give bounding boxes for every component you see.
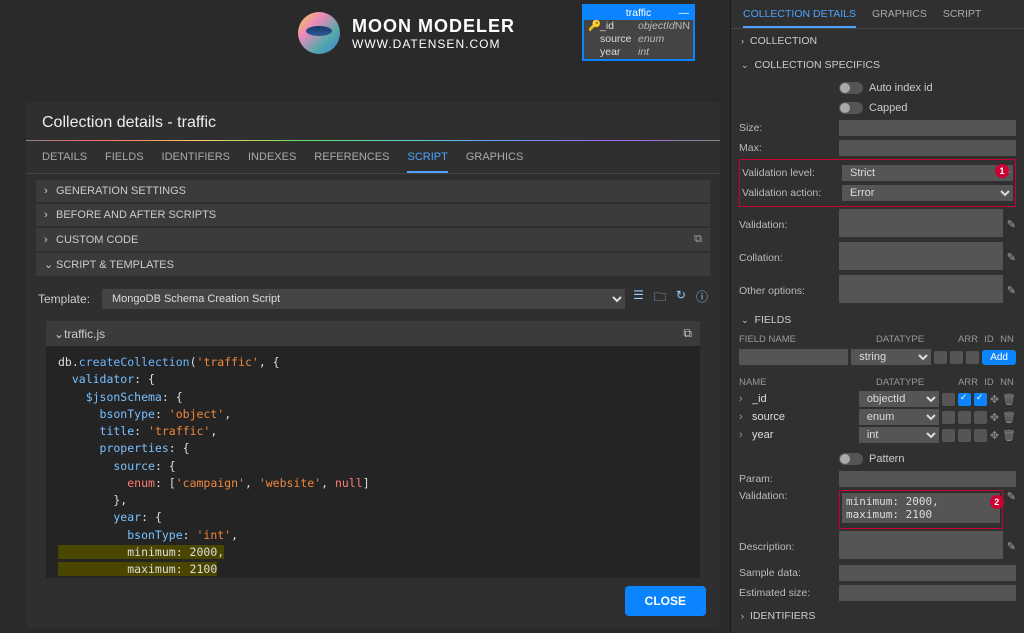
max-input[interactable] bbox=[839, 140, 1016, 156]
param-input[interactable] bbox=[839, 471, 1016, 487]
new-field-nn-checkbox[interactable] bbox=[966, 351, 979, 364]
collection-details-dialog: Collection details - traffic DETAILS FIEL… bbox=[26, 102, 720, 628]
panel-tab-collection-details[interactable]: COLLECTION DETAILS bbox=[743, 8, 856, 28]
panel-tab-graphics[interactable]: GRAPHICS bbox=[872, 8, 927, 28]
template-select[interactable]: MongoDB Schema Creation Script bbox=[102, 289, 625, 309]
brand-url: WWW.DATENSEN.COM bbox=[352, 37, 515, 51]
copy-icon[interactable]: ⧉ bbox=[683, 326, 692, 341]
validation-action-select[interactable]: Error bbox=[842, 185, 1013, 201]
tab-graphics[interactable]: GRAPHICS bbox=[466, 151, 523, 173]
section-fields[interactable]: ⌄FIELDS bbox=[731, 308, 1024, 332]
tab-details[interactable]: DETAILS bbox=[42, 151, 87, 173]
validation-level-select[interactable]: Strict bbox=[842, 165, 1013, 181]
new-field-id-checkbox[interactable] bbox=[950, 351, 963, 364]
id-checkbox[interactable] bbox=[958, 411, 971, 424]
logo-icon bbox=[298, 12, 340, 54]
auto-index-toggle[interactable] bbox=[839, 82, 863, 94]
annotation-badge-1: 1 bbox=[995, 164, 1009, 178]
folder-icon[interactable]: 🗀 bbox=[654, 288, 666, 309]
accordion-generation-settings[interactable]: ›GENERATION SETTINGS bbox=[36, 180, 710, 202]
auto-index-label: Auto index id bbox=[869, 82, 933, 94]
edit-icon[interactable]: ✎ bbox=[1007, 284, 1016, 297]
brand-title: MOON MODELER bbox=[352, 16, 515, 37]
edit-icon[interactable]: ✎ bbox=[1007, 490, 1016, 503]
brand-block: MOON MODELER WWW.DATENSEN.COM bbox=[352, 16, 515, 51]
edit-icon[interactable]: ✎ bbox=[1007, 251, 1016, 264]
id-checkbox[interactable] bbox=[958, 429, 971, 442]
arr-checkbox[interactable] bbox=[942, 393, 955, 406]
entity-card-traffic[interactable]: traffic — 🔑_idobjectIdNNsourceenumyearin… bbox=[582, 4, 695, 61]
field-row[interactable]: ›sourceenum✥🗑 bbox=[731, 408, 1024, 426]
validation-input[interactable] bbox=[839, 209, 1003, 237]
dialog-title: Collection details - traffic bbox=[26, 102, 720, 140]
panel-tab-script[interactable]: SCRIPT bbox=[943, 8, 982, 28]
estimated-size-input[interactable] bbox=[839, 585, 1016, 601]
field-type-select[interactable]: int bbox=[859, 427, 939, 443]
sample-data-input[interactable] bbox=[839, 565, 1016, 581]
chevron-down-icon[interactable]: ⌄ bbox=[54, 327, 64, 341]
right-panel: COLLECTION DETAILS GRAPHICS SCRIPT ›COLLEC… bbox=[730, 0, 1024, 633]
section-indexes[interactable]: ›INDEXES bbox=[731, 628, 1024, 633]
other-options-input[interactable] bbox=[839, 275, 1003, 303]
nn-checkbox[interactable] bbox=[974, 411, 987, 424]
tab-identifiers[interactable]: IDENTIFIERS bbox=[162, 151, 230, 173]
panel-tabs: COLLECTION DETAILS GRAPHICS SCRIPT bbox=[731, 0, 1024, 29]
pattern-toggle[interactable] bbox=[839, 453, 863, 465]
copy-icon[interactable]: ⧉ bbox=[694, 233, 702, 246]
accordion-custom-code[interactable]: ›CUSTOM CODE⧉ bbox=[36, 228, 710, 251]
field-row[interactable]: ›yearint✥🗑 bbox=[731, 426, 1024, 444]
delete-icon[interactable]: 🗑 bbox=[1002, 411, 1016, 424]
template-label: Template: bbox=[38, 292, 94, 306]
new-field-name-input[interactable] bbox=[739, 349, 848, 365]
collapse-icon[interactable]: — bbox=[679, 7, 690, 19]
edit-icon[interactable]: ✎ bbox=[1007, 540, 1016, 553]
dialog-tabs: DETAILS FIELDS IDENTIFIERS INDEXES REFERENCE… bbox=[26, 141, 720, 174]
new-field-arr-checkbox[interactable] bbox=[934, 351, 947, 364]
tab-fields[interactable]: FIELDS bbox=[105, 151, 144, 173]
tab-references[interactable]: REFERENCES bbox=[314, 151, 389, 173]
field-validation-input[interactable]: minimum: 2000, maximum: 2100 bbox=[842, 493, 1000, 523]
arr-checkbox[interactable] bbox=[942, 411, 955, 424]
code-block[interactable]: db.createCollection('traffic', { validat… bbox=[46, 346, 700, 578]
accordion-script-&-templates[interactable]: ⌄SCRIPT & TEMPLATES bbox=[36, 253, 710, 276]
nn-checkbox[interactable] bbox=[974, 429, 987, 442]
add-field-button[interactable]: Add bbox=[982, 350, 1016, 365]
section-identifiers[interactable]: ›IDENTIFIERS bbox=[731, 604, 1024, 628]
field-type-select[interactable]: objectId bbox=[859, 391, 939, 407]
info-icon[interactable]: ⓘ bbox=[696, 288, 708, 309]
field-row[interactable]: ›_idobjectId✥🗑 bbox=[731, 390, 1024, 408]
nn-checkbox[interactable] bbox=[974, 393, 987, 406]
refresh-icon[interactable]: ↻ bbox=[676, 288, 686, 309]
code-file-name: traffic.js bbox=[64, 327, 683, 341]
entity-field[interactable]: 🔑_idobjectIdNN bbox=[584, 20, 693, 33]
description-input[interactable] bbox=[839, 531, 1003, 559]
accordion-before-and-after-scripts[interactable]: ›BEFORE AND AFTER SCRIPTS bbox=[36, 204, 710, 226]
entity-header[interactable]: traffic — bbox=[584, 6, 693, 20]
entity-field[interactable]: yearint bbox=[584, 46, 693, 59]
tab-indexes[interactable]: INDEXES bbox=[248, 151, 296, 173]
new-field-type-select[interactable]: string bbox=[851, 349, 931, 365]
move-icon[interactable]: ✥ bbox=[990, 393, 999, 406]
delete-icon[interactable]: 🗑 bbox=[1002, 429, 1016, 442]
close-button[interactable]: CLOSE bbox=[625, 586, 706, 616]
entity-field[interactable]: sourceenum bbox=[584, 33, 693, 46]
id-checkbox[interactable] bbox=[958, 393, 971, 406]
collation-input[interactable] bbox=[839, 242, 1003, 270]
arr-checkbox[interactable] bbox=[942, 429, 955, 442]
edit-icon[interactable]: ✎ bbox=[1007, 218, 1016, 231]
delete-icon[interactable]: 🗑 bbox=[1002, 393, 1016, 406]
size-input[interactable] bbox=[839, 120, 1016, 136]
section-specifics[interactable]: ⌄COLLECTION SPECIFICS bbox=[731, 53, 1024, 77]
capped-label: Capped bbox=[869, 102, 908, 114]
tab-script[interactable]: SCRIPT bbox=[407, 151, 447, 173]
annotation-badge-2: 2 bbox=[990, 495, 1004, 509]
move-icon[interactable]: ✥ bbox=[990, 429, 999, 442]
entity-name: traffic bbox=[626, 7, 651, 19]
move-icon[interactable]: ✥ bbox=[990, 411, 999, 424]
field-type-select[interactable]: enum bbox=[859, 409, 939, 425]
filter-icon[interactable]: ☰ bbox=[633, 288, 644, 309]
section-collection[interactable]: ›COLLECTION bbox=[731, 29, 1024, 53]
capped-toggle[interactable] bbox=[839, 102, 863, 114]
